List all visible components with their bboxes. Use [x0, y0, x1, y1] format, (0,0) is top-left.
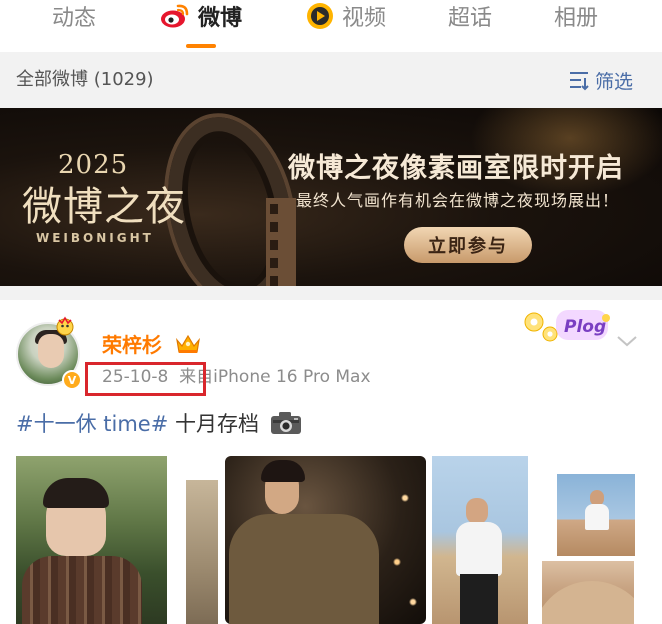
- username[interactable]: 荣梓杉: [102, 332, 162, 358]
- photo-figure: [466, 498, 488, 524]
- camera-icon: [270, 411, 302, 443]
- participate-button[interactable]: 立即参与: [404, 227, 532, 263]
- video-icon: [306, 2, 334, 36]
- filter-icon: [570, 72, 589, 91]
- tab-label: 相册: [554, 6, 599, 31]
- crown-icon[interactable]: [175, 332, 201, 356]
- post-text: #十一休 time# 十月存档: [16, 409, 302, 443]
- photo-dune: [542, 581, 634, 624]
- photo-figure: [43, 478, 109, 508]
- post-source: 来自iPhone 16 Pro Max: [179, 367, 371, 387]
- verified-icon: V: [62, 370, 82, 390]
- tab-label: 视频: [342, 6, 387, 31]
- post-photo-3[interactable]: [225, 456, 426, 624]
- filter-button[interactable]: 筛选: [568, 66, 633, 94]
- filter-label: 筛选: [595, 70, 634, 93]
- banner-logo-en: WEIBONIGHT: [36, 231, 154, 245]
- topic-link[interactable]: #十一休 time#: [16, 412, 168, 436]
- post-photo-2[interactable]: [186, 480, 218, 624]
- film-strip-decoration: [266, 198, 296, 286]
- banner-logo-title: 微博之夜: [22, 184, 186, 230]
- tab-weibo[interactable]: 微博: [160, 4, 242, 34]
- tab-chaohua[interactable]: 超话: [448, 4, 492, 34]
- section-divider: [0, 286, 662, 300]
- photo-figure: [229, 514, 379, 624]
- filter-bar: 全部微博 (1029) 筛选: [0, 52, 662, 108]
- avatar-crown-icon: [56, 316, 74, 336]
- active-tab-indicator: [186, 44, 216, 48]
- sticker-text: Plog: [564, 317, 606, 337]
- post-photo-6[interactable]: [542, 561, 634, 624]
- avatar-face: [38, 334, 64, 368]
- tab-dongtai[interactable]: 动态: [52, 4, 96, 34]
- photo-figure: [261, 460, 305, 482]
- post-photo-4[interactable]: [432, 456, 528, 624]
- post-photo-5[interactable]: [557, 474, 635, 556]
- tab-label: 微博: [198, 6, 243, 31]
- post-body-text: 十月存档: [175, 412, 259, 436]
- photo-figure: [456, 522, 502, 576]
- post-count-label: 全部微博 (1029): [16, 69, 154, 90]
- photo-sparkles: [385, 466, 425, 624]
- tab-label: 超话: [448, 6, 493, 31]
- date-highlight-box: [85, 362, 206, 396]
- photo-figure: [585, 504, 609, 530]
- tab-label: 动态: [52, 6, 97, 31]
- post-photo-1[interactable]: [16, 456, 167, 624]
- tab-bar: 动态 微博 视频 超话 相册: [0, 0, 662, 52]
- tab-video[interactable]: 视频: [306, 2, 387, 36]
- tab-album[interactable]: 相册: [554, 4, 598, 34]
- photo-figure: [22, 556, 142, 624]
- plog-sticker-icon: Plog: [524, 310, 610, 342]
- banner-subtitle: 最终人气画作有机会在微博之夜现场展出！: [296, 191, 620, 210]
- photo-figure: [460, 574, 498, 624]
- banner-title: 微博之夜像素画室限时开启: [288, 153, 624, 184]
- weibo-logo-icon: [160, 3, 190, 35]
- chevron-down-icon[interactable]: [616, 334, 638, 348]
